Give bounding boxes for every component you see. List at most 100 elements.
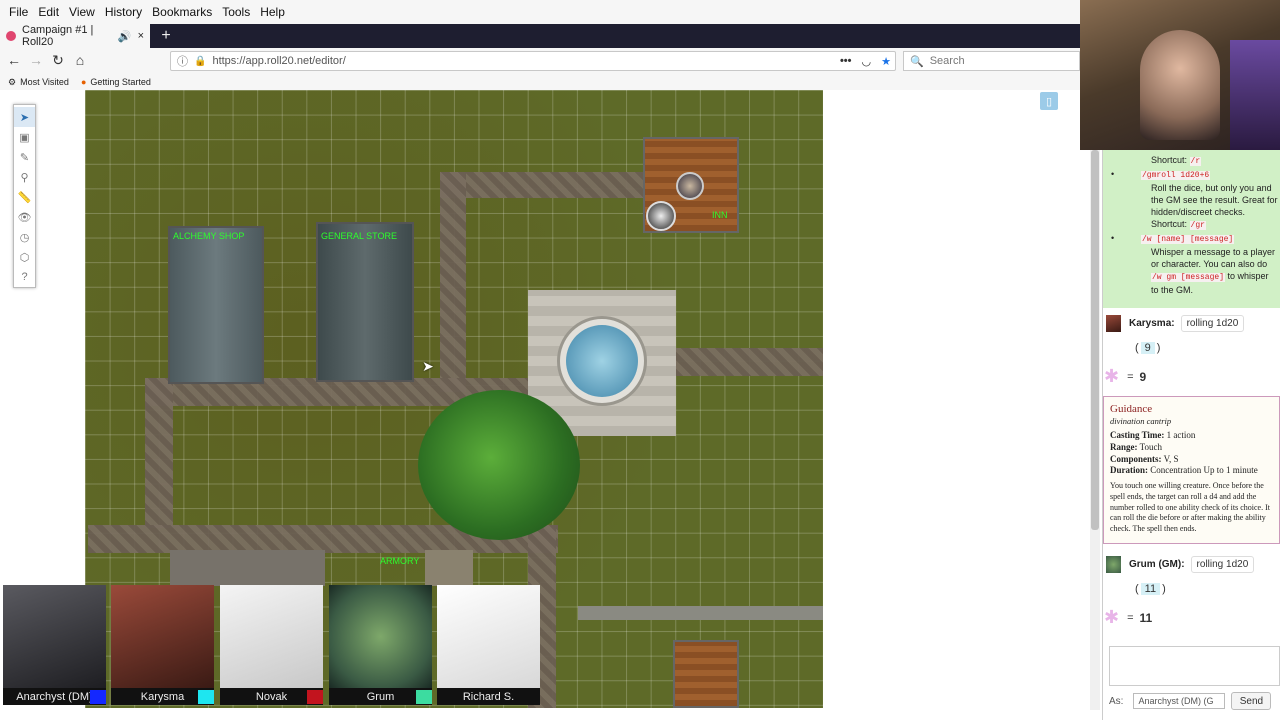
spell-range: Touch xyxy=(1139,442,1162,453)
roll20-favicon-icon xyxy=(6,31,16,41)
select-tool-icon[interactable]: ➤ xyxy=(14,107,35,127)
dice-icon: ✱ xyxy=(1104,366,1120,386)
player-anarchyst[interactable]: Anarchyst (DM) xyxy=(3,585,106,705)
forward-arrow-icon[interactable]: → xyxy=(26,50,46,70)
speaking-as-select[interactable]: Anarchyst (DM) (G xyxy=(1133,693,1226,709)
bookmark-getting-started[interactable]: ● Getting Started xyxy=(81,77,151,87)
layers-tool-icon[interactable]: ▣ xyxy=(14,127,35,147)
south-building[interactable] xyxy=(673,640,739,708)
bookmark-star-icon[interactable]: ★ xyxy=(881,55,891,68)
roll-formula: rolling 1d20 xyxy=(1180,315,1245,332)
player-name-bar: Novak xyxy=(220,688,323,705)
send-button[interactable]: Send xyxy=(1231,692,1272,710)
roll-total: 11 xyxy=(1139,610,1153,625)
spell-card: Guidance divination cantrip Casting Time… xyxy=(1103,396,1280,544)
zoom-tool-icon[interactable]: ⚲ xyxy=(14,167,35,187)
menu-bookmarks[interactable]: Bookmarks xyxy=(152,5,212,19)
whisper-code: /w [name] [message] xyxy=(1141,234,1235,244)
back-arrow-icon[interactable]: ← xyxy=(4,50,24,70)
bookmark-label: Getting Started xyxy=(90,77,151,87)
avatar xyxy=(1106,315,1121,332)
page-toolbar-icon[interactable]: ▯ xyxy=(1040,92,1058,110)
webcam-background-shelf xyxy=(1230,40,1280,150)
speaking-as-value: Anarchyst (DM) (G xyxy=(1138,696,1214,706)
home-icon[interactable]: ⌂ xyxy=(70,50,90,70)
general-store-label: GENERAL STORE xyxy=(321,231,398,241)
player-color-swatch[interactable] xyxy=(198,690,214,704)
player-novak[interactable]: Novak xyxy=(220,585,323,705)
player-color-swatch[interactable] xyxy=(307,690,323,704)
spell-name: Guidance xyxy=(1110,403,1153,415)
menu-file[interactable]: File xyxy=(9,5,28,19)
menu-edit[interactable]: Edit xyxy=(38,5,59,19)
token-character[interactable] xyxy=(676,172,704,200)
spell-field-label: Components: xyxy=(1110,453,1162,464)
measure-tool-icon[interactable]: 📏 xyxy=(14,187,35,207)
scrollbar-thumb[interactable] xyxy=(1091,150,1099,530)
dice-tool-icon[interactable]: ⬡ xyxy=(14,247,35,267)
avatar xyxy=(3,585,106,688)
player-color-swatch[interactable] xyxy=(90,690,106,704)
spell-field-label: Duration: xyxy=(1110,465,1148,476)
draw-tool-icon[interactable]: ✎ xyxy=(14,147,35,167)
turn-tracker-icon[interactable]: ◷ xyxy=(14,227,35,247)
chat-input[interactable] xyxy=(1109,646,1280,686)
speaking-as-label: As: xyxy=(1109,695,1124,707)
menu-view[interactable]: View xyxy=(69,5,95,19)
bookmark-label: Most Visited xyxy=(20,77,69,87)
roll-result-row: ✱ = 9 xyxy=(1104,366,1147,386)
die-result: 11 xyxy=(1140,583,1161,595)
chat-speaker: Karysma: xyxy=(1129,318,1175,329)
gmroll-description: Roll the dice, but only you and the GM s… xyxy=(1151,182,1278,217)
menu-tools[interactable]: Tools xyxy=(222,5,250,19)
shortcut-code: /gr xyxy=(1189,221,1206,231)
roll-total: 9 xyxy=(1139,369,1147,384)
firefox-icon: ● xyxy=(80,77,87,87)
player-grum[interactable]: Grum xyxy=(329,585,432,705)
speaker-icon[interactable]: 🔊 xyxy=(118,30,132,43)
player-karysma[interactable]: Karysma xyxy=(111,585,214,705)
alchemy-shop-building[interactable] xyxy=(168,226,264,384)
token-creature[interactable] xyxy=(646,201,676,231)
dice-icon: ✱ xyxy=(1104,607,1120,627)
gear-icon: ⚙ xyxy=(8,76,17,87)
fountain-water[interactable] xyxy=(566,325,638,397)
player-name-bar: Richard S. xyxy=(437,688,540,705)
bookmark-most-visited[interactable]: ⚙ Most Visited xyxy=(8,77,69,88)
shortcut-label: Shortcut: xyxy=(1151,219,1188,230)
url-bar[interactable]: ⓘ 🔒 https://app.roll20.net/editor/ ••• ◡… xyxy=(170,51,896,71)
tab-campaign[interactable]: Campaign #1 | Roll20 🔊 × xyxy=(0,24,150,48)
whisper-description: Whisper a message to a player or charact… xyxy=(1151,246,1276,269)
player-name: Anarchyst (DM) xyxy=(16,690,93,703)
search-input[interactable]: 🔍 Search xyxy=(903,51,1080,71)
avatar xyxy=(111,585,214,688)
info-icon[interactable]: ⓘ xyxy=(177,53,188,69)
page-actions-icon[interactable]: ••• xyxy=(840,55,852,67)
roll-formula: rolling 1d20 xyxy=(1190,556,1255,573)
menu-history[interactable]: History xyxy=(105,5,142,19)
spell-field-label: Casting Time: xyxy=(1110,430,1165,441)
menu-bar: File Edit View History Bookmarks Tools H… xyxy=(0,0,1080,24)
chat-speaker: Grum (GM): xyxy=(1129,559,1185,570)
south-west-building[interactable] xyxy=(170,550,325,586)
armory-building[interactable] xyxy=(425,550,473,586)
road-east xyxy=(675,348,823,376)
general-store-building[interactable] xyxy=(316,222,414,382)
new-tab-button[interactable]: + xyxy=(156,24,176,48)
tree[interactable] xyxy=(418,390,580,540)
fog-tool-icon[interactable]: 👁 xyxy=(14,207,35,227)
pocket-icon[interactable]: ◡ xyxy=(862,55,872,68)
die-result: 9 xyxy=(1140,342,1155,354)
reload-icon[interactable]: ↻ xyxy=(48,50,68,70)
tab-close-button[interactable]: × xyxy=(138,30,144,42)
menu-help[interactable]: Help xyxy=(260,5,285,19)
tab-title: Campaign #1 | Roll20 xyxy=(22,24,94,48)
bookmarks-bar: ⚙ Most Visited ● Getting Started xyxy=(0,74,1080,90)
help-tool-icon[interactable]: ? xyxy=(14,267,35,287)
player-color-swatch[interactable] xyxy=(416,690,432,704)
search-icon: 🔍 xyxy=(910,55,924,68)
player-richard[interactable]: Richard S. xyxy=(437,585,540,705)
roll-result-row: ✱ = 11 xyxy=(1104,607,1153,627)
speaking-as-row: As: Anarchyst (DM) (G Send xyxy=(1109,692,1280,710)
player-name: Grum xyxy=(366,690,395,703)
